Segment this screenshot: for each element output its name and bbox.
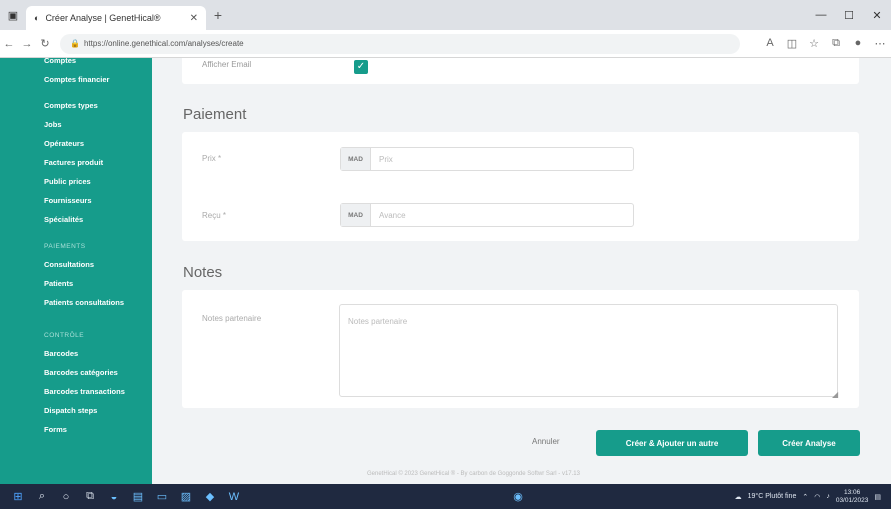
sidebar-item[interactable]: Comptes financier xyxy=(0,66,120,92)
checkbox-checked-icon[interactable]: ✓ xyxy=(354,60,368,74)
cancel-button[interactable]: Annuler xyxy=(532,437,560,446)
read-aloud-icon[interactable]: A xyxy=(759,37,781,50)
create-and-add-button[interactable]: Créer & Ajouter un autre xyxy=(596,430,748,456)
file-explorer-icon[interactable]: ▭ xyxy=(150,484,174,509)
deposit-input[interactable] xyxy=(371,210,633,220)
tab-close-icon[interactable]: ✕ xyxy=(190,13,198,24)
payment-card: Prix * MAD Reçu * MAD xyxy=(182,132,859,241)
tab-actions-icon[interactable]: ▣ xyxy=(0,0,26,30)
deposit-input-group: MAD xyxy=(340,203,634,227)
address-bar: ← → ↻ 🔒 https://online.genethical.com/an… xyxy=(0,30,891,58)
sidebar-item[interactable]: Comptes xyxy=(0,58,152,66)
sidebar-item[interactable]: Spécialités xyxy=(0,210,152,229)
price-label: Prix * xyxy=(202,154,222,163)
footer-text: GenetHical © 2023 GenetHical ® - By carb… xyxy=(367,471,580,477)
network-icon[interactable]: ◠ xyxy=(814,493,820,501)
sidebar-section-paiements: Paiements xyxy=(44,243,86,250)
task-view-icon[interactable]: ⧉ xyxy=(78,484,102,509)
sidebar-item[interactable]: Barcodes catégories xyxy=(0,363,152,382)
sidebar-item[interactable]: Dispatch steps xyxy=(0,401,152,420)
minimize-icon[interactable]: — xyxy=(807,9,835,22)
volume-icon[interactable]: ♪ xyxy=(826,493,830,500)
app-icon[interactable]: ◆ xyxy=(198,484,222,509)
weather-icon[interactable]: ☁ xyxy=(735,493,742,501)
tray-chevron-icon[interactable]: ⌃ xyxy=(802,493,808,501)
sidebar-item[interactable]: Forms xyxy=(0,420,152,439)
resize-grip-icon[interactable]: ◢ xyxy=(832,390,838,399)
payment-section-title: Paiement xyxy=(183,106,247,123)
price-currency-addon: MAD xyxy=(341,148,371,170)
photos-icon[interactable]: ▨ xyxy=(174,484,198,509)
taskbar: ⊞ ⌕ ○ ⧉ ◒ ▤ ▭ ▨ ◆ W ◉ ☁ 19°C Plutôt fine… xyxy=(0,484,891,509)
cortana-icon[interactable]: ○ xyxy=(54,484,78,509)
maximize-icon[interactable]: ☐ xyxy=(835,9,863,22)
sidebar-item[interactable]: Public prices xyxy=(0,172,152,191)
chrome-icon[interactable]: ◉ xyxy=(506,484,530,509)
clock[interactable]: 13:06 03/01/2023 xyxy=(836,489,869,505)
create-analysis-button[interactable]: Créer Analyse xyxy=(758,430,860,456)
browser-tabbar: ▣ ◐ Créer Analyse | GenetHical® ✕ + — ☐ … xyxy=(0,0,891,30)
clock-date: 03/01/2023 xyxy=(835,496,869,504)
browser-tab[interactable]: ◐ Créer Analyse | GenetHical® ✕ xyxy=(26,6,206,30)
sidebar-item[interactable]: Barcodes xyxy=(0,344,152,363)
word-icon[interactable]: W xyxy=(222,484,246,509)
notes-section-title: Notes xyxy=(183,264,223,281)
sidebar-item[interactable]: Fournisseurs xyxy=(0,191,152,210)
sidebar-item[interactable]: Jobs xyxy=(0,115,152,134)
checkbox-label: Afficher Email xyxy=(202,60,252,69)
windows-start-icon[interactable]: ⊞ xyxy=(6,484,30,509)
edge-browser-icon[interactable]: ◒ xyxy=(102,484,126,509)
deposit-currency-addon: MAD xyxy=(341,204,371,226)
notes-textarea[interactable] xyxy=(339,304,838,397)
more-icon[interactable]: ⋯ xyxy=(869,37,891,50)
notifications-icon[interactable]: ▤ xyxy=(874,493,881,501)
tab-favicon-icon: ◐ xyxy=(34,13,40,23)
price-input[interactable] xyxy=(371,154,633,164)
options-card: Afficher Email ✓ xyxy=(182,58,859,84)
weather-text: 19°C Plutôt fine xyxy=(747,493,797,500)
store-icon[interactable]: ▤ xyxy=(126,484,150,509)
main-content: Afficher Email ✓ Paiement Prix * MAD Reç… xyxy=(152,58,891,484)
window-close-icon[interactable]: ✕ xyxy=(863,9,891,22)
sidebar-item[interactable]: Factures produit xyxy=(0,153,152,172)
clock-time: 13:06 xyxy=(843,488,861,496)
url-field[interactable]: 🔒 https://online.genethical.com/analyses… xyxy=(60,33,740,54)
back-icon[interactable]: ← xyxy=(0,38,18,50)
sidebar-item[interactable]: Patients consultations xyxy=(0,293,152,312)
sidebar-item[interactable]: Patients xyxy=(0,274,152,293)
sidebar-item[interactable]: Consultations xyxy=(0,255,152,274)
search-icon[interactable]: ⌕ xyxy=(30,484,54,509)
sidebar-item[interactable]: Comptes types xyxy=(0,96,152,115)
new-tab-icon[interactable]: + xyxy=(206,7,230,23)
notes-card: Notes partenaire ◢ xyxy=(182,290,859,408)
split-screen-icon[interactable]: ◫ xyxy=(781,37,803,50)
notes-label: Notes partenaire xyxy=(202,314,262,323)
sidebar-item[interactable]: Barcodes transactions xyxy=(0,382,152,401)
profile-icon[interactable]: ● xyxy=(847,37,869,50)
deposit-label: Reçu * xyxy=(202,211,227,220)
sidebar-section-config: Contrôle xyxy=(44,332,85,339)
favorite-star-icon[interactable]: ☆ xyxy=(803,37,825,50)
url-text: https://online.genethical.com/analyses/c… xyxy=(83,39,244,48)
price-input-group: MAD xyxy=(340,147,634,171)
tab-title: Créer Analyse | GenetHical® xyxy=(45,13,161,23)
collections-icon[interactable]: ⧉ xyxy=(825,37,847,50)
reload-icon[interactable]: ↻ xyxy=(36,37,54,50)
lock-icon: 🔒 xyxy=(70,39,80,48)
sidebar: Comptes Comptes financier Comptes types … xyxy=(0,58,152,484)
forward-icon[interactable]: → xyxy=(18,38,36,50)
sidebar-item[interactable]: Opérateurs xyxy=(0,134,152,153)
